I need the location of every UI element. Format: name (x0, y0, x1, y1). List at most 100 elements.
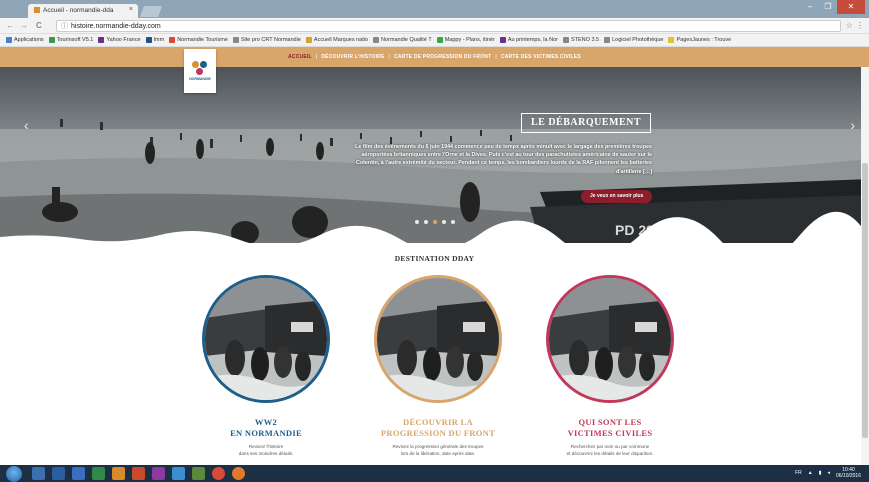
card-image[interactable] (546, 275, 674, 403)
carousel-next-icon[interactable]: › (850, 117, 855, 133)
close-tab-icon[interactable]: × (129, 6, 133, 13)
word-icon[interactable] (72, 467, 85, 480)
back-icon[interactable]: ← (6, 21, 14, 30)
section-title: DESTINATION DDAY (394, 254, 475, 263)
explorer-icon[interactable] (32, 467, 45, 480)
bookmark-item[interactable]: Logiciel Photothèque (604, 37, 663, 43)
nav-separator: | (388, 54, 391, 60)
bookmark-favicon-icon (436, 37, 443, 43)
nav-discover-history[interactable]: DÉCOUVRIR L'HISTOIRE (321, 54, 384, 60)
url-text: histoire.normandie-dday.com (71, 23, 161, 30)
url-input[interactable]: ⓘ histoire.normandie-dday.com (56, 20, 841, 32)
bookmark-item[interactable]: Imm (145, 37, 165, 43)
bookmark-favicon-icon (305, 37, 312, 43)
favicon-icon (34, 7, 40, 14)
firefox-icon[interactable] (232, 467, 245, 480)
clock[interactable]: 10:40 06/10/2016 (836, 467, 861, 479)
bookmark-star-icon[interactable]: ☆ (846, 21, 853, 30)
app-icon[interactable] (192, 467, 205, 480)
carousel-dot[interactable] (414, 220, 419, 224)
chrome-icon[interactable] (212, 467, 225, 480)
card-title: QUI SONT LES VICTIMES CIVILES (540, 417, 680, 439)
language-indicator[interactable]: FR (795, 470, 802, 476)
card-image[interactable] (202, 275, 330, 403)
network-icon[interactable]: ▮ (819, 470, 822, 476)
bookmark-label: Applications (14, 37, 44, 43)
browser-tab-bar: Accueil - normandie-dda × – ❐ ✕ (0, 0, 869, 18)
window-controls: – ❐ ✕ (801, 0, 865, 14)
bookmark-item[interactable]: STENO 3.5 (562, 37, 599, 43)
carousel-dot[interactable] (450, 220, 455, 224)
tray-arrow-icon[interactable]: ▲ (808, 470, 813, 476)
card-title-line: PROGRESSION DU FRONT (380, 428, 496, 438)
bookmark-item[interactable]: Mappy - Plans, itinér (436, 37, 495, 43)
carousel-prev-icon[interactable]: ‹ (24, 117, 29, 133)
page-scrollbar[interactable] (861, 67, 869, 465)
bookmark-favicon-icon (169, 37, 176, 43)
card-title: DÉCOUVRIR LA PROGRESSION DU FRONT (368, 417, 508, 439)
powerpoint-icon[interactable] (132, 467, 145, 480)
bookmark-item[interactable]: Tourinsoft V5.1 (48, 37, 93, 43)
card-photo (377, 278, 499, 400)
bookmark-favicon-icon (373, 37, 380, 43)
hero-text: Le film des événements du 6 juin 1944 co… (355, 144, 652, 175)
bookmark-item[interactable]: Normandie Tourisme (169, 37, 228, 43)
bookmark-favicon-icon (668, 37, 675, 43)
browser-tab[interactable]: Accueil - normandie-dda × (28, 4, 138, 18)
logo-text: NORMANDIE (189, 77, 211, 81)
maximize-icon[interactable]: ❐ (819, 0, 837, 14)
card-front-progression[interactable]: DÉCOUVRIR LA PROGRESSION DU FRONT Revivez … (368, 275, 508, 457)
card-ww2[interactable]: WW2 EN NORMANDIE Revivez l'histoire dans se… (196, 275, 336, 457)
nav-front-map[interactable]: CARTE DE PROGRESSION DU FRONT (394, 54, 491, 60)
nav-home[interactable]: ACCUEIL (288, 54, 312, 60)
bookmark-item[interactable]: Site pro CRT Normandie (232, 37, 301, 43)
site-info-icon[interactable]: ⓘ (61, 21, 68, 32)
nav-separator: | (495, 54, 497, 60)
bookmarks-bar: Applications Tourinsoft V5.1 Yahoo France I… (0, 34, 869, 47)
ie-icon[interactable] (172, 467, 185, 480)
carousel-dot[interactable] (432, 220, 437, 224)
excel-icon[interactable] (92, 467, 105, 480)
volume-icon[interactable]: ◂ (827, 470, 830, 476)
bookmark-item[interactable]: Normandie Qualité T (373, 37, 432, 43)
bookmark-favicon-icon (6, 37, 12, 43)
start-button-icon[interactable] (6, 466, 22, 482)
new-tab-button[interactable] (139, 6, 163, 17)
carousel-dot[interactable] (441, 220, 446, 224)
onenote-icon[interactable] (152, 467, 165, 480)
minimize-icon[interactable]: – (801, 0, 819, 14)
bookmark-label: Normandie Tourisme (177, 37, 228, 43)
forward-icon[interactable]: → (20, 21, 28, 30)
learn-more-button[interactable]: Je veux en savoir plus (581, 190, 653, 203)
logo-mark-icon (192, 61, 208, 75)
hero-banner: PD 29-4 ‹ › LE DÉBARQUEMENT Le film des … (0, 67, 869, 243)
bookmark-item[interactable]: Yahoo France (98, 37, 141, 43)
reload-icon[interactable]: C (36, 21, 42, 30)
bookmark-label: Imm (153, 37, 165, 43)
browser-menu-icon[interactable]: ⋮ (856, 21, 864, 30)
bookmark-item[interactable]: Applications (6, 37, 44, 43)
outlook-icon[interactable] (112, 467, 125, 480)
card-desc-line: et découvrez les détails de leur dispari… (566, 450, 654, 456)
card-civilian-victims[interactable]: QUI SONT LES VICTIMES CIVILES Recherchez p… (540, 275, 680, 457)
media-icon[interactable] (52, 467, 65, 480)
bookmark-item[interactable]: Accueil Marques natio (305, 37, 369, 43)
card-photo (549, 278, 671, 400)
system-tray: FR ▲ ▮ ◂ 10:40 06/10/2016 (795, 467, 861, 479)
bookmark-label: Accueil Marques natio (313, 37, 369, 43)
card-title-line: WW2 (254, 417, 278, 427)
bookmark-favicon-icon (48, 37, 55, 43)
card-desc-line: dans ses moindres détails. (238, 450, 294, 456)
tab-title: Accueil - normandie-dda (43, 7, 114, 14)
carousel-dot[interactable] (423, 220, 428, 224)
bookmark-item[interactable]: PagesJaunes : Trouve (668, 37, 731, 43)
site-logo[interactable]: NORMANDIE (184, 49, 216, 93)
bookmark-label: Au printemps, la Nor (507, 37, 558, 43)
card-image[interactable] (374, 275, 502, 403)
bookmark-favicon-icon (98, 37, 105, 43)
bookmark-item[interactable]: Au printemps, la Nor (499, 37, 558, 43)
nav-civilian-victims-map[interactable]: CARTE DES VICTIMES CIVILES (501, 54, 581, 60)
scrollbar-thumb[interactable] (862, 163, 868, 438)
bookmark-label: Mappy - Plans, itinér (444, 37, 495, 43)
close-window-icon[interactable]: ✕ (837, 0, 865, 14)
